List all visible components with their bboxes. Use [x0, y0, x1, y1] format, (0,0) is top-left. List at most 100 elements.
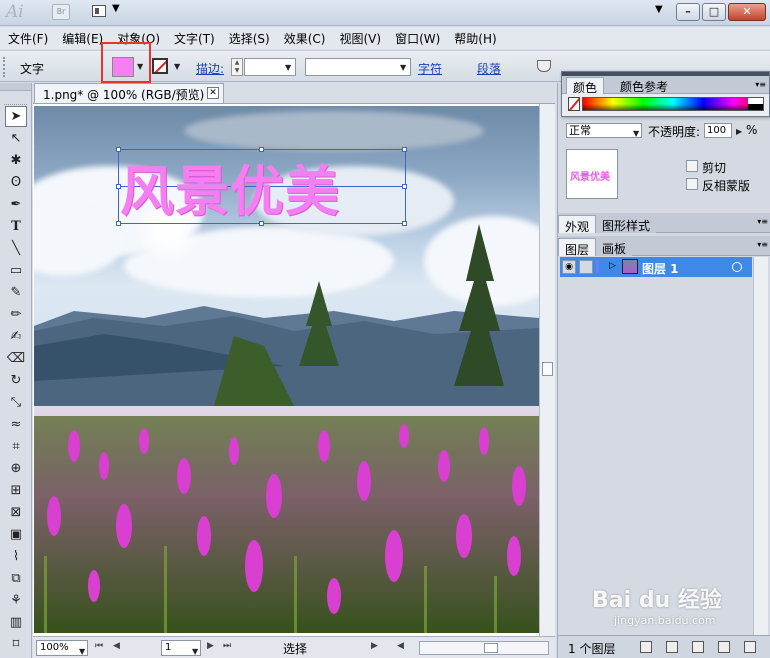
expand-layer-icon[interactable]: ▷	[609, 261, 616, 271]
artboard-tool-icon[interactable]: ⌑	[5, 634, 27, 655]
new-layer-icon[interactable]	[718, 641, 730, 653]
selection-tool-icon[interactable]: ➤	[5, 106, 27, 127]
resize-handle[interactable]	[259, 221, 264, 226]
symbol-sprayer-tool-icon[interactable]: ⚘	[5, 590, 27, 611]
arrange-documents-icon[interactable]	[92, 5, 106, 17]
opacity-dropdown-icon[interactable]: ▶	[736, 127, 742, 136]
stroke-color-swatch[interactable]	[152, 58, 168, 74]
paintbrush-tool-icon[interactable]: ✎	[5, 282, 27, 303]
minimize-button[interactable]: –	[676, 3, 700, 21]
stroke-weight-stepper[interactable]: ▲ ▼	[231, 58, 243, 76]
artboard-number-dropdown[interactable]: 1 ▼	[161, 640, 201, 656]
line-tool-icon[interactable]: ╲	[5, 238, 27, 259]
blob-brush-tool-icon[interactable]: ✍	[5, 326, 27, 347]
free-transform-tool-icon[interactable]: ⌗	[5, 436, 27, 457]
visibility-eye-icon[interactable]: ◉	[562, 260, 576, 274]
close-tab-icon[interactable]: ✕	[207, 87, 219, 99]
panel-menu-icon[interactable]: ▾≡	[755, 80, 766, 89]
layers-scrollbar[interactable]	[753, 257, 768, 637]
menu-effect[interactable]: 效果(C)	[284, 30, 326, 47]
tab-artboards[interactable]: 画板	[596, 238, 633, 256]
eraser-tool-icon[interactable]: ⌫	[5, 348, 27, 369]
resize-handle[interactable]	[402, 184, 407, 189]
menu-window[interactable]: 窗口(W)	[395, 30, 440, 47]
resize-handle[interactable]	[259, 147, 264, 152]
menu-select[interactable]: 选择(S)	[229, 30, 270, 47]
panel-menu-icon[interactable]: ▾≡	[757, 240, 768, 249]
new-sublayer-icon[interactable]	[692, 641, 704, 653]
menu-type[interactable]: 文字(T)	[174, 30, 215, 47]
make-clipping-mask-icon[interactable]	[666, 641, 678, 653]
previous-artboard-icon[interactable]: ◀	[113, 641, 120, 651]
rectangle-tool-icon[interactable]: ▭	[5, 260, 27, 281]
panel-menu-icon[interactable]: ▾≡	[757, 217, 768, 226]
character-panel-link[interactable]: 字符	[418, 60, 442, 77]
perspective-grid-tool-icon[interactable]: ⊞	[5, 480, 27, 501]
pen-tool-icon[interactable]: ✒	[5, 194, 27, 215]
warp-tool-icon[interactable]: ≈	[5, 414, 27, 435]
resize-handle[interactable]	[402, 221, 407, 226]
next-artboard-icon[interactable]: ▶	[207, 641, 214, 651]
tab-color-guide[interactable]: 颜色参考	[614, 77, 674, 94]
resize-handle[interactable]	[116, 221, 121, 226]
stroke-dropdown-icon[interactable]: ▼	[174, 62, 180, 71]
locate-object-icon[interactable]	[640, 641, 652, 653]
scale-tool-icon[interactable]: ⤡	[5, 392, 27, 413]
gradient-tool-icon[interactable]: ▣	[5, 524, 27, 545]
opacity-input[interactable]: 100	[704, 123, 732, 138]
document-tab[interactable]: 1.png* @ 100% (RGB/预览) ✕	[34, 83, 224, 103]
art-text[interactable]: 风景优美	[120, 147, 410, 226]
invert-mask-checkbox[interactable]	[686, 178, 698, 190]
black-white-swatch[interactable]	[748, 98, 763, 110]
eyedropper-tool-icon[interactable]: ⌇	[5, 546, 27, 567]
resize-handle[interactable]	[116, 147, 121, 152]
workspace-switcher-icon[interactable]: ▼	[655, 4, 663, 15]
blend-tool-icon[interactable]: ⧉	[5, 568, 27, 589]
status-menu-icon[interactable]: ▶	[371, 641, 378, 651]
target-icon[interactable]	[732, 262, 742, 272]
scroll-left-icon[interactable]: ◀	[397, 641, 404, 651]
clip-checkbox[interactable]	[686, 160, 698, 172]
vertical-scrollbar[interactable]	[539, 104, 555, 636]
type-tool-icon[interactable]: T	[5, 216, 27, 237]
horizontal-scroll-thumb[interactable]	[484, 643, 498, 653]
menu-edit[interactable]: 编辑(E)	[62, 30, 103, 47]
first-artboard-icon[interactable]: ⏮	[95, 641, 103, 651]
layer-name[interactable]: 图层 1	[642, 260, 679, 277]
stroke-weight-dropdown[interactable]: ▼	[244, 58, 296, 76]
grip-handle[interactable]	[3, 57, 7, 77]
tools-panel-grip[interactable]	[4, 91, 27, 105]
menu-help[interactable]: 帮助(H)	[454, 30, 496, 47]
zoom-dropdown[interactable]: 100% ▼	[36, 640, 88, 656]
transparency-thumbnail[interactable]: 风景优美	[566, 149, 618, 199]
rotate-tool-icon[interactable]: ↻	[5, 370, 27, 391]
blend-mode-dropdown[interactable]: 正常 ▼	[566, 123, 642, 138]
status-text[interactable]: 选择	[283, 640, 307, 657]
tab-layers[interactable]: 图层	[558, 238, 597, 257]
paragraph-panel-link[interactable]: 段落	[477, 60, 501, 77]
layer-row[interactable]: ◉ ▷ 图层 1	[560, 257, 752, 277]
stroke-label[interactable]: 描边:	[196, 60, 224, 77]
resize-handle[interactable]	[402, 147, 407, 152]
recolor-icon[interactable]	[537, 60, 551, 72]
shape-builder-tool-icon[interactable]: ⊕	[5, 458, 27, 479]
color-spectrum[interactable]	[582, 97, 764, 111]
pencil-tool-icon[interactable]: ✏	[5, 304, 27, 325]
direct-selection-tool-icon[interactable]: ↖	[5, 128, 27, 149]
lock-toggle[interactable]	[579, 260, 593, 274]
close-button[interactable]: ✕	[728, 3, 766, 21]
maximize-button[interactable]: □	[702, 3, 726, 21]
menu-view[interactable]: 视图(V)	[339, 30, 381, 47]
menu-file[interactable]: 文件(F)	[8, 30, 48, 47]
mesh-tool-icon[interactable]: ⊠	[5, 502, 27, 523]
column-graph-tool-icon[interactable]: ▥	[5, 612, 27, 633]
tab-graphic-styles[interactable]: 图形样式	[596, 215, 657, 233]
none-color-swatch[interactable]	[568, 97, 580, 111]
chevron-down-icon[interactable]: ▼	[112, 3, 120, 14]
tab-color[interactable]: 颜色	[566, 77, 605, 95]
delete-layer-icon[interactable]	[744, 641, 756, 653]
resize-handle[interactable]	[116, 184, 121, 189]
horizontal-scrollbar[interactable]	[419, 641, 549, 655]
last-artboard-icon[interactable]: ⏭	[223, 641, 231, 651]
tab-appearance[interactable]: 外观	[558, 215, 597, 234]
